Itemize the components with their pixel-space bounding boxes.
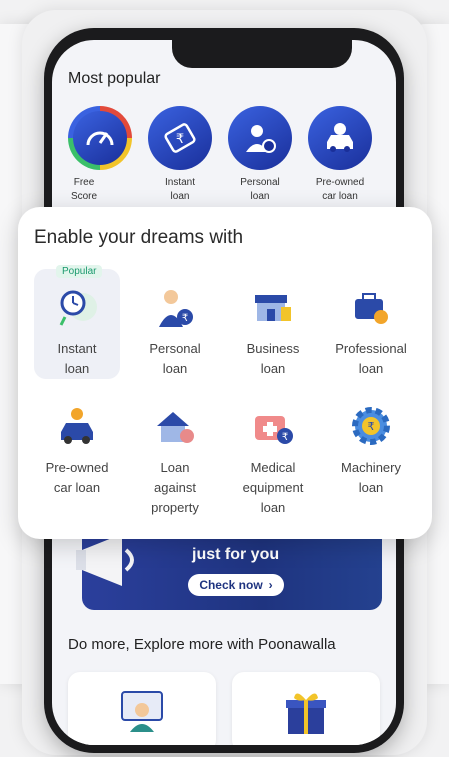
- support-agent-icon: [121, 691, 163, 732]
- most-popular-title: Most popular: [68, 70, 161, 87]
- preowned-car-loan-option[interactable]: Pre-owned car loan: [31, 402, 123, 498]
- person-money-icon: [246, 125, 276, 153]
- svg-text:₹: ₹: [176, 132, 184, 147]
- machinery-loan-option-label: Machinery loan: [341, 460, 401, 495]
- instant-loan-option[interactable]: Instant loan: [31, 283, 123, 379]
- popular-badge: Popular: [56, 265, 103, 278]
- personal-loan-shortcut[interactable]: [228, 106, 292, 170]
- loan-against-property-option-label: Loan against property: [151, 460, 199, 515]
- business-loan-option[interactable]: Business loan: [227, 283, 319, 379]
- explore-card-rewards[interactable]: [232, 672, 380, 745]
- medical-equipment-loan-option-label: Medical equipment loan: [242, 460, 304, 515]
- person-money-bag-icon: ₹: [159, 290, 193, 327]
- free-score-label: Free Score: [70, 177, 98, 202]
- free-score-button[interactable]: [68, 106, 132, 170]
- explore-card-support[interactable]: [68, 672, 216, 745]
- instant-loan-label: Instant loan: [164, 177, 196, 202]
- business-loan-option-label: Business loan: [246, 341, 300, 376]
- explore-title: Do more, Explore more with Poonawalla: [68, 636, 336, 653]
- check-now-button[interactable]: Check now ›: [188, 574, 284, 596]
- gear-rupee-icon: ₹: [352, 407, 390, 445]
- car-coin-icon: [61, 408, 93, 444]
- popup-title: Enable your dreams with: [34, 227, 244, 248]
- professional-loan-option[interactable]: Professional loan: [325, 283, 417, 379]
- preowned-car-shortcut[interactable]: [308, 106, 372, 170]
- svg-text:₹: ₹: [182, 313, 188, 324]
- chevron-right-icon: ›: [268, 578, 273, 592]
- preowned-car-label: Pre-owned car loan: [315, 177, 365, 202]
- medical-kit-icon: ₹: [255, 416, 293, 444]
- preowned-car-loan-option-label: Pre-owned car loan: [45, 460, 109, 495]
- machinery-loan-option[interactable]: ₹ Machinery loan: [325, 402, 417, 498]
- rupee-notes-icon: ₹: [164, 123, 196, 153]
- house-icon: [157, 412, 194, 443]
- banner-text: just for you: [192, 546, 280, 563]
- medical-equipment-loan-option[interactable]: ₹ Medical equipment loan: [227, 402, 319, 518]
- loan-options-popup: Enable your dreams with Popular Instant …: [18, 207, 432, 539]
- phone-notch: [172, 40, 352, 68]
- shop-icon: [255, 295, 291, 321]
- instant-loan-shortcut[interactable]: ₹: [148, 106, 212, 170]
- svg-text:₹: ₹: [368, 420, 375, 433]
- personal-loan-label: Personal loan: [240, 177, 280, 202]
- stopwatch-icon: [59, 290, 97, 326]
- professional-loan-option-label: Professional loan: [335, 341, 407, 376]
- instant-loan-option-label: Instant loan: [57, 341, 97, 376]
- loan-against-property-option[interactable]: Loan against property: [129, 402, 221, 518]
- svg-text:₹: ₹: [282, 432, 288, 443]
- gift-box-icon: [286, 693, 326, 734]
- car-rupee-icon: [327, 123, 353, 152]
- personal-loan-option-label: Personal loan: [149, 341, 201, 376]
- briefcase-icon: [355, 293, 388, 324]
- personal-loan-option[interactable]: ₹ Personal loan: [129, 283, 221, 379]
- speedometer-icon: [86, 131, 114, 146]
- check-now-label: Check now: [199, 578, 263, 592]
